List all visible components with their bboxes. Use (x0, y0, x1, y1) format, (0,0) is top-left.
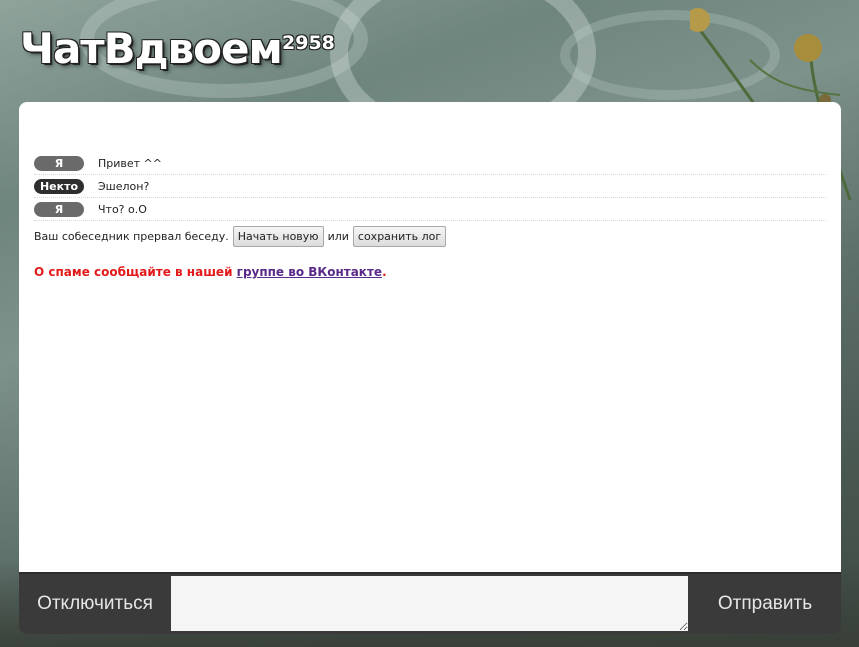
message-text: Привет ^^ (98, 156, 162, 170)
save-log-button[interactable]: сохранить лог (352, 226, 447, 247)
send-button[interactable]: Отправить (689, 574, 841, 634)
chat-log: Я Привет ^^ Некто Эшелон? Я Что? о.О Ваш… (34, 152, 826, 279)
chat-panel: Я Привет ^^ Некто Эшелон? Я Что? о.О Ваш… (19, 102, 841, 572)
status-text: Ваш собеседник прервал беседу. (34, 230, 229, 243)
spam-notice-suffix: . (382, 265, 387, 279)
message-text: Эшелон? (98, 179, 150, 193)
sender-badge: Я (34, 201, 84, 217)
message-text: Что? о.О (98, 202, 147, 216)
chat-message: Некто Эшелон? (34, 175, 826, 198)
spam-notice-text: О спаме сообщайте в нашей (34, 265, 237, 279)
spam-notice: О спаме сообщайте в нашей группе во ВКон… (34, 265, 826, 279)
online-user-count: 2958 (282, 32, 335, 54)
start-new-chat-button[interactable]: Начать новую (232, 226, 324, 247)
message-input[interactable] (171, 576, 688, 631)
or-separator: или (327, 230, 349, 243)
chat-status-line: Ваш собеседник прервал беседу. Начать но… (34, 226, 826, 247)
sender-badge: Я (34, 155, 84, 171)
chat-message: Я Что? о.О (34, 198, 826, 221)
chat-message: Я Привет ^^ (34, 152, 826, 175)
site-logo[interactable]: ЧатВдвоем (20, 28, 283, 70)
vk-group-link[interactable]: группе во ВКонтакте (237, 265, 382, 279)
sender-badge: Некто (34, 178, 84, 194)
disconnect-button[interactable]: Отключиться (19, 574, 171, 634)
message-bar: Отключиться Отправить (19, 572, 841, 634)
